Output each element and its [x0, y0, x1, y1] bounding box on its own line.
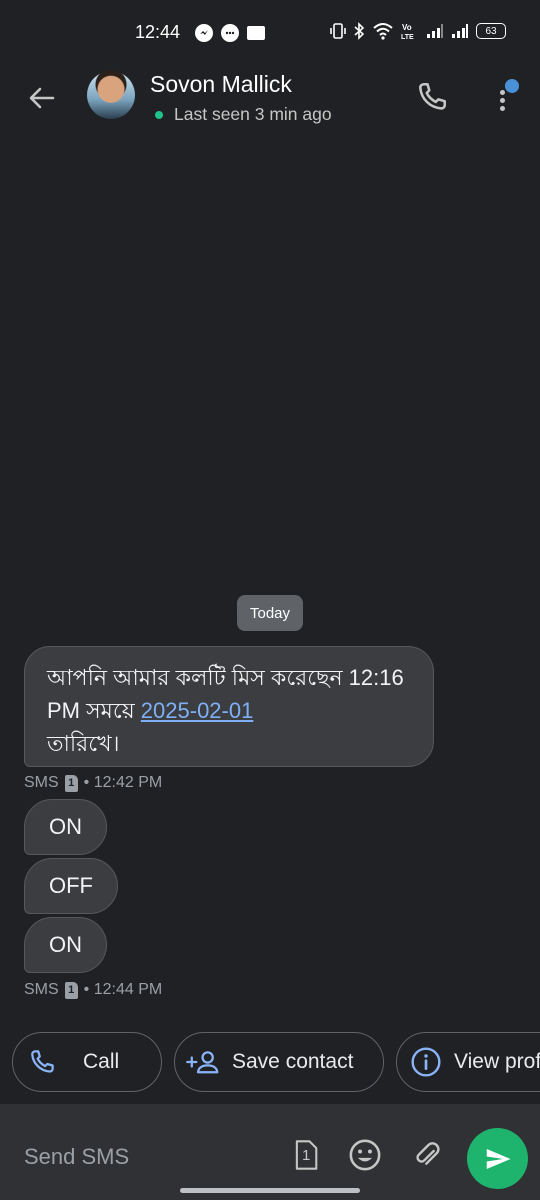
view-profile-chip[interactable]: View profile — [396, 1032, 540, 1092]
arrow-left-icon — [29, 87, 55, 109]
signal-icon — [452, 24, 468, 38]
notification-dot — [505, 79, 519, 93]
phone-icon — [419, 82, 447, 110]
status-time: 12:44 — [135, 22, 181, 42]
date-link[interactable]: 2025-02-01 — [141, 698, 254, 723]
menu-dot — [500, 98, 505, 103]
menu-dot — [500, 106, 505, 111]
online-indicator — [155, 110, 163, 119]
avatar[interactable] — [87, 71, 135, 119]
message-bubble[interactable]: ON — [24, 917, 107, 973]
message-bubble[interactable]: OFF — [24, 858, 118, 914]
emoji-icon — [349, 1139, 381, 1171]
contact-name[interactable]: Sovon Mallick — [150, 71, 292, 98]
message-meta: SMS 1 • 12:44 PM — [24, 981, 162, 999]
send-button[interactable] — [467, 1128, 528, 1189]
message-bubble[interactable]: ON — [24, 799, 107, 855]
channel-label: SMS — [24, 981, 59, 998]
sim-number: 1 — [302, 1147, 311, 1164]
message-composer: 1 — [0, 1104, 540, 1200]
volte-icon: Vo LTE — [401, 23, 414, 40]
home-indicator[interactable] — [180, 1188, 360, 1193]
chat-bubble-icon — [221, 24, 239, 42]
messenger-icon — [195, 24, 213, 42]
sim-icon: 1 — [64, 774, 78, 792]
conversation-header: Sovon Mallick Last seen 3 min ago — [0, 62, 540, 138]
suggestion-chips: Call Save contact View profile — [0, 1031, 540, 1093]
chip-label: View profile — [454, 1050, 540, 1073]
call-button[interactable] — [414, 79, 450, 115]
message-meta: SMS 1 • 12:42 PM — [24, 774, 162, 792]
save-contact-chip[interactable]: Save contact — [174, 1032, 384, 1092]
back-button[interactable] — [24, 80, 60, 116]
info-icon — [409, 1045, 443, 1079]
sim-icon: 1 — [64, 981, 78, 999]
status-notification-icons — [195, 24, 265, 42]
signal-icon — [427, 24, 443, 38]
menu-dot — [500, 90, 505, 95]
bluetooth-icon — [354, 22, 365, 40]
call-chip[interactable]: Call — [12, 1032, 162, 1092]
message-bubble[interactable]: আপনি আমার কলটি মিস করেছেন 12:16 PM সময়ে… — [24, 646, 434, 767]
message-text: তারিখে। — [47, 731, 120, 756]
wifi-icon — [373, 23, 393, 40]
svg-text:LTE: LTE — [401, 34, 414, 40]
paperclip-icon — [416, 1142, 440, 1165]
status-bar: 12:44 Vo LTE 63 — [0, 0, 540, 62]
add-person-icon — [185, 1045, 219, 1079]
presence-status: Last seen 3 min ago — [155, 104, 332, 125]
message-text: ON — [49, 932, 82, 957]
send-icon — [486, 1148, 510, 1169]
chip-label: Save contact — [232, 1050, 354, 1073]
battery-icon: 63 — [476, 23, 506, 39]
phone-icon — [25, 1045, 59, 1079]
emoji-button[interactable] — [348, 1138, 382, 1172]
last-seen-text: Last seen 3 min ago — [174, 104, 332, 124]
message-time: • 12:42 PM — [83, 774, 163, 791]
book-icon — [247, 26, 265, 40]
sim-select-button[interactable]: 1 — [289, 1138, 323, 1172]
message-text: OFF — [49, 873, 93, 898]
attach-button[interactable] — [410, 1138, 444, 1172]
more-options-button[interactable] — [490, 76, 522, 116]
message-text: ON — [49, 814, 82, 839]
message-input[interactable] — [24, 1144, 264, 1170]
date-divider: Today — [237, 595, 303, 631]
status-system-icons: Vo LTE 63 — [330, 22, 506, 40]
chip-label: Call — [83, 1050, 120, 1073]
svg-text:Vo: Vo — [402, 23, 412, 32]
channel-label: SMS — [24, 774, 59, 791]
message-time: • 12:44 PM — [83, 981, 163, 998]
vibrate-icon — [330, 23, 346, 39]
